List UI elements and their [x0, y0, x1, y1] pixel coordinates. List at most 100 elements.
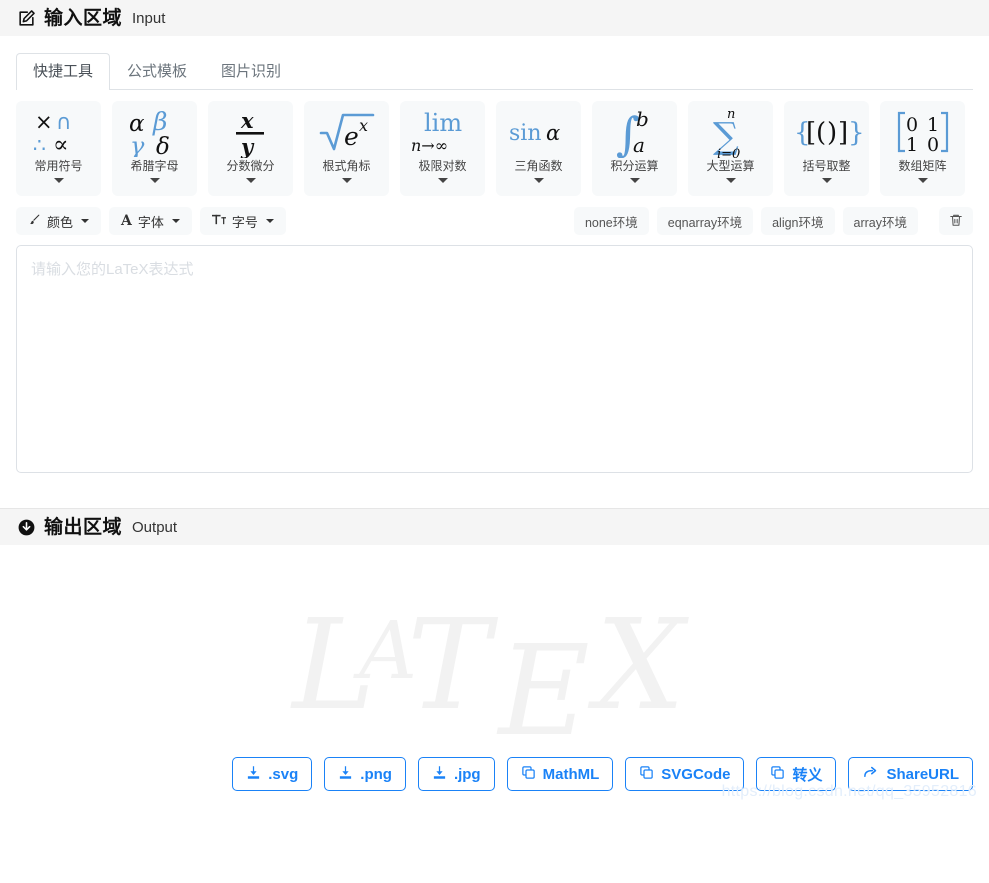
- latex-logo-e: E: [498, 619, 590, 764]
- latex-input[interactable]: [16, 245, 973, 473]
- svg-text:[: [: [806, 118, 816, 148]
- copy-mathml-label: MathML: [542, 765, 600, 783]
- output-preview-area: LATEX .svg .png .jpg MathML SVGCode 转义 S…: [0, 545, 989, 807]
- download-icon: [432, 765, 447, 784]
- palette-card-radical-subscript[interactable]: e x 根式角标: [304, 101, 389, 196]
- latex-editor-app: 输入区域 Input 快捷工具 公式模板 图片识别 × ∩ ∴ ∝ 常用符号 α…: [0, 0, 989, 883]
- palette-label: 大型运算: [706, 159, 755, 173]
- copy-icon: [521, 765, 536, 784]
- chevron-down-icon[interactable]: [917, 178, 928, 183]
- output-title-en: Output: [132, 518, 178, 536]
- svg-text:(: (: [816, 118, 826, 148]
- svg-text:sin: sin: [509, 121, 542, 146]
- format-toolbar: 颜色 A 字体 字号 none环境 eqnarray环境 align环境 arr…: [0, 196, 989, 235]
- matrix-0-1-1-0-icon: 0 1 1 0: [893, 106, 953, 158]
- palette-card-trigonometric[interactable]: sin α 三角函数: [496, 101, 581, 196]
- share-arrow-icon: [862, 765, 879, 784]
- copy-svgcode-button[interactable]: SVGCode: [625, 757, 745, 791]
- palette-label: 分数微分: [226, 159, 275, 173]
- letter-a-icon: A: [121, 213, 132, 229]
- palette-card-limit-log[interactable]: lim n→∞ 极限对数: [400, 101, 485, 196]
- tab-list: 快捷工具 公式模板 图片识别: [16, 52, 973, 90]
- svg-text:0: 0: [906, 114, 918, 136]
- chevron-down-icon[interactable]: [245, 178, 256, 183]
- input-title-cn: 输入区域: [44, 7, 123, 29]
- palette-label: 括号取整: [802, 159, 851, 173]
- output-section-header: 输出区域 Output: [0, 509, 989, 545]
- palette-card-brackets[interactable]: { [ ( ) ] } 括号取整: [784, 101, 869, 196]
- integral-a-to-b-icon: ∫ b a: [610, 106, 660, 158]
- svg-text:n→∞: n→∞: [411, 136, 448, 155]
- trash-icon: [949, 213, 963, 230]
- svg-text:∩: ∩: [56, 110, 71, 134]
- svg-text:∝: ∝: [53, 132, 69, 157]
- tab-image-recognition[interactable]: 图片识别: [204, 53, 298, 90]
- tab-quick-tools[interactable]: 快捷工具: [16, 53, 111, 90]
- palette-card-common-symbols[interactable]: × ∩ ∴ ∝ 常用符号: [16, 101, 101, 196]
- palette-label: 根式角标: [322, 159, 371, 173]
- download-icon: [338, 765, 353, 784]
- palette-card-matrix[interactable]: 0 1 1 0 数组矩阵: [880, 101, 965, 196]
- color-button[interactable]: 颜色: [16, 207, 102, 235]
- chevron-down-icon[interactable]: [629, 178, 640, 183]
- chevron-down-icon[interactable]: [821, 178, 832, 183]
- palette-card-greek-letters[interactable]: α β γ δ 希腊字母: [112, 101, 197, 196]
- chevron-down-icon[interactable]: [533, 178, 544, 183]
- input-section-header: 输入区域 Input: [0, 0, 989, 36]
- svg-text:e: e: [344, 122, 359, 151]
- share-url-button[interactable]: ShareURL: [848, 757, 973, 791]
- chevron-down-icon[interactable]: [149, 178, 160, 183]
- font-button-label: 字体: [137, 214, 164, 230]
- svg-text:i=0: i=0: [717, 147, 740, 159]
- palette-label: 常用符号: [34, 159, 83, 173]
- sin-alpha-icon: sin α: [503, 106, 575, 158]
- font-size-button[interactable]: 字号: [199, 207, 286, 235]
- download-icon: [246, 765, 261, 784]
- font-size-button-label: 字号: [231, 214, 258, 230]
- copy-mathml-button[interactable]: MathML: [506, 757, 614, 791]
- tab-formula-templates[interactable]: 公式模板: [110, 53, 204, 90]
- symbol-palette: × ∩ ∴ ∝ 常用符号 α β γ δ 希腊字母 x y 分数微分 e x 根…: [0, 90, 989, 196]
- svg-text:β: β: [152, 107, 167, 136]
- svg-text:b: b: [636, 107, 649, 131]
- svg-text:x: x: [240, 108, 254, 133]
- copy-icon: [639, 765, 654, 784]
- export-svg-button[interactable]: .svg: [232, 757, 313, 791]
- input-title-en: Input: [132, 9, 166, 27]
- env-button-eqnarray[interactable]: eqnarray环境: [656, 207, 754, 235]
- export-png-label: .png: [360, 765, 392, 783]
- brush-icon: [28, 213, 41, 229]
- text-size-icon: [211, 213, 226, 229]
- palette-card-large-operators[interactable]: n ∑ i=0 大型运算: [688, 101, 773, 196]
- chevron-down-icon[interactable]: [725, 178, 736, 183]
- share-url-label: ShareURL: [886, 765, 959, 783]
- chevron-down-icon[interactable]: [341, 178, 352, 183]
- svg-text:1: 1: [906, 134, 918, 156]
- copy-svgcode-label: SVGCode: [661, 765, 731, 783]
- chevron-down-icon[interactable]: [53, 178, 64, 183]
- font-button[interactable]: A 字体: [109, 207, 192, 235]
- tabs-container: 快捷工具 公式模板 图片识别: [0, 36, 989, 90]
- palette-card-fraction-derivative[interactable]: x y 分数微分: [208, 101, 293, 196]
- clear-button[interactable]: [939, 207, 973, 235]
- lim-n-to-infinity-icon: lim n→∞: [407, 106, 479, 158]
- chevron-down-icon[interactable]: [437, 178, 448, 183]
- svg-text:): ): [827, 118, 837, 148]
- sum-i-0-to-n-icon: n ∑ i=0: [703, 106, 759, 159]
- env-button-align[interactable]: align环境: [761, 207, 835, 235]
- export-svg-label: .svg: [268, 765, 299, 783]
- svg-text:γ: γ: [130, 132, 145, 157]
- x-over-y-fraction-icon: x y: [228, 106, 274, 158]
- output-title-cn: 输出区域: [44, 516, 123, 538]
- env-button-none[interactable]: none环境: [573, 207, 649, 235]
- copy-escaped-button[interactable]: 转义: [756, 757, 837, 791]
- palette-card-integral[interactable]: ∫ b a 积分运算: [592, 101, 677, 196]
- latex-logo-l: L: [292, 593, 376, 738]
- export-jpg-button[interactable]: .jpg: [417, 757, 495, 791]
- latex-logo-a: A: [359, 604, 418, 697]
- export-png-button[interactable]: .png: [324, 757, 406, 791]
- svg-text:]: ]: [838, 118, 848, 148]
- svg-text:}: }: [848, 118, 864, 148]
- env-button-array[interactable]: array环境: [842, 207, 918, 235]
- chevron-down-icon: [265, 219, 274, 223]
